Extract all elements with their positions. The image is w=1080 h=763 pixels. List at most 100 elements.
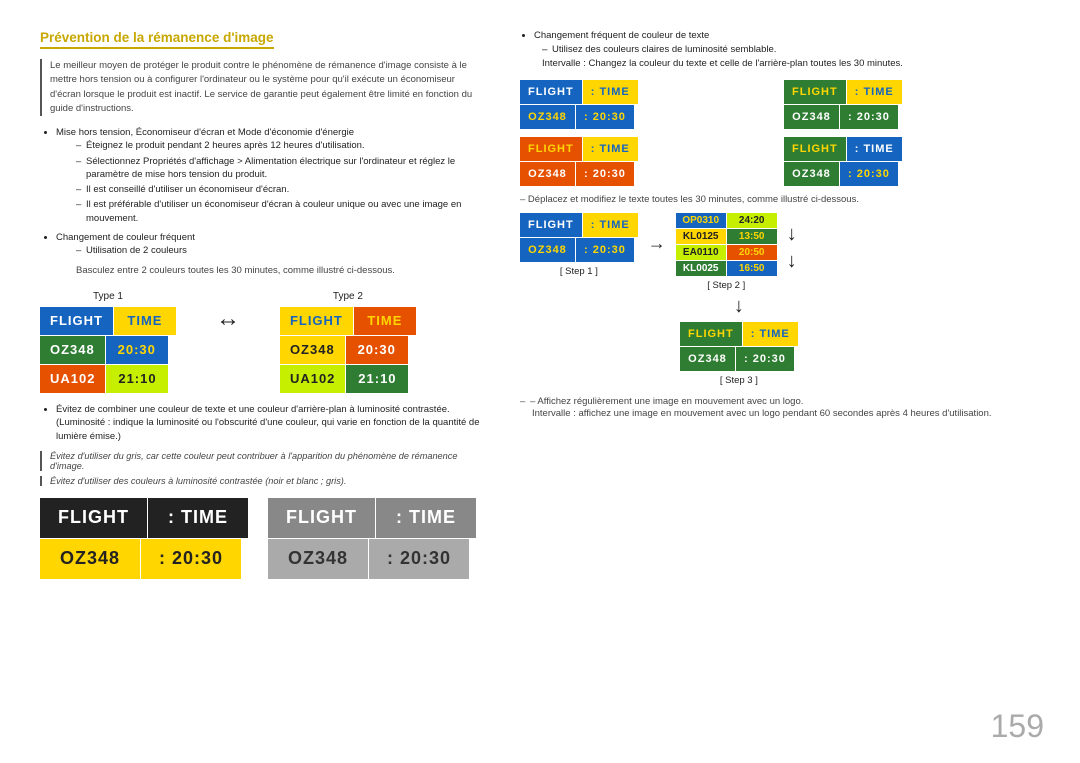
gb3-oz: OZ348 [520, 162, 575, 186]
note-text: Basculez entre 2 couleurs toutes les 30 … [76, 264, 480, 277]
s3-tv: : 20:30 [736, 347, 794, 371]
type1-label: Type 1 [93, 291, 123, 302]
mf-row4-b: 16:50 [727, 261, 777, 276]
step-note: – Déplacez et modifiez le texte toutes l… [520, 194, 1040, 205]
bullet-item-3: Évitez de combiner une couleur de texte … [56, 403, 480, 443]
gray-board: FLIGHT : TIME OZ348 : 20:30 [268, 498, 476, 579]
gb3-fh: FLIGHT [520, 137, 582, 161]
mf-row3-a: EA0110 [676, 245, 726, 260]
type1-board: FLIGHT TIME OZ348 20:30 UA102 21:10 [40, 307, 176, 393]
bullet-list2: Évitez de combiner une couleur de texte … [56, 403, 480, 443]
step3-board: FLIGHT : TIME OZ348 : 20:30 [680, 322, 798, 371]
gb4-oz: OZ348 [784, 162, 839, 186]
s1-oz: OZ348 [520, 238, 575, 262]
mf-row2-a: KL0125 [676, 229, 726, 244]
final-note2: Intervalle : affichez une image en mouve… [532, 407, 1040, 420]
gray-time-header: : TIME [376, 498, 476, 538]
flight-grid: FLIGHT : TIME OZ348 : 20:30 FLIGHT : TIM… [520, 80, 1040, 186]
oz348-cell: OZ348 [40, 336, 105, 364]
step2-col: OP0310 24:20 KL0125 13:50 EA0110 20:50 K… [676, 213, 777, 291]
steps-section: FLIGHT : TIME OZ348 : 20:30 [ Step 1 ] →… [520, 213, 1040, 291]
step1-label: [ Step 1 ] [560, 266, 598, 277]
right-column: Changement fréquent de couleur de texte … [510, 30, 1040, 733]
time-val-g: 21:10 [346, 365, 408, 393]
flight-header-y: FLIGHT [280, 307, 353, 335]
gb1-th: : TIME [583, 80, 638, 104]
ua102-cell: UA102 [40, 365, 105, 393]
right-dash1: – Utilisez des couleurs claires de lumin… [542, 44, 1072, 55]
type2-block: Type 2 FLIGHT TIME OZ348 20:30 UA102 21:… [280, 291, 416, 393]
grid-board-2: FLIGHT : TIME OZ348 : 20:30 [784, 80, 1040, 129]
type2-label: Type 2 [333, 291, 363, 302]
italic-note-2: Évitez d'utiliser des couleurs à luminos… [40, 476, 480, 486]
type1-block: Type 1 FLIGHT TIME OZ348 20:30 UA102 21:… [40, 291, 176, 393]
grid-board-4: FLIGHT : TIME OZ348 : 20:30 [784, 137, 1040, 186]
mf-row1-b: 24:20 [727, 213, 777, 228]
s1-fh: FLIGHT [520, 213, 582, 237]
bullet-list: Mise hors tension, Économiseur d'écran e… [56, 126, 480, 277]
dark-board: FLIGHT : TIME OZ348 : 20:30 [40, 498, 248, 579]
right-bullet: Changement fréquent de couleur de texte [534, 30, 1040, 41]
mf-row2-b: 13:50 [727, 229, 777, 244]
time-val-o: 20:30 [346, 336, 408, 364]
type-arrow: ↔ [206, 305, 250, 333]
step2-board: OP0310 24:20 KL0125 13:50 EA0110 20:50 K… [676, 213, 777, 276]
s3-th: : TIME [743, 322, 798, 346]
dark-time-val: : 20:30 [141, 539, 241, 579]
oz348-cell-y: OZ348 [280, 336, 345, 364]
gb1-fh: FLIGHT [520, 80, 582, 104]
mf-row4-a: KL0025 [676, 261, 726, 276]
time-header-o: TIME [354, 307, 416, 335]
gb2-tv: : 20:30 [840, 105, 898, 129]
mf-row1-a: OP0310 [676, 213, 726, 228]
s3-fh: FLIGHT [680, 322, 742, 346]
right-long-note: Intervalle : Changez la couleur du texte… [542, 57, 1040, 70]
grid-board-3: FLIGHT : TIME OZ348 : 20:30 [520, 137, 776, 186]
gb3-tv: : 20:30 [576, 162, 634, 186]
down-arrows: ↓ ↓ [787, 213, 797, 273]
gb4-th: : TIME [847, 137, 902, 161]
dark-flight-header: FLIGHT [40, 498, 147, 538]
step2-label: [ Step 2 ] [707, 280, 745, 291]
final-note: – – Affichez régulièrement une image en … [520, 396, 1040, 407]
italic-note-1: Évitez d'utiliser du gris, car cette cou… [40, 451, 480, 471]
gb2-oz: OZ348 [784, 105, 839, 129]
bullet-item-1: Mise hors tension, Économiseur d'écran e… [56, 126, 480, 225]
ua102-cell-l: UA102 [280, 365, 345, 393]
gb3-th: : TIME [583, 137, 638, 161]
s1-tv: : 20:30 [576, 238, 634, 262]
page-number: 159 [991, 708, 1044, 745]
gray-oz348: OZ348 [268, 539, 368, 579]
dash-item: Il est conseillé d'utiliser un économise… [76, 183, 480, 196]
gb2-fh: FLIGHT [784, 80, 846, 104]
bottom-boards: FLIGHT : TIME OZ348 : 20:30 FLIGHT : TIM… [40, 498, 480, 579]
grid-board-1: FLIGHT : TIME OZ348 : 20:30 [520, 80, 776, 129]
step3-label: [ Step 3 ] [720, 375, 758, 386]
step-right-arrow: → [648, 213, 666, 254]
dash-item: Éteignez le produit pendant 2 heures apr… [76, 139, 480, 152]
gb4-tv: : 20:30 [840, 162, 898, 186]
time-val-cell: 20:30 [106, 336, 168, 364]
step3-section: ↓ FLIGHT : TIME OZ348 : 20:30 [ Step 3 ] [680, 295, 1040, 386]
gray-time-val: : 20:30 [369, 539, 469, 579]
dark-oz348: OZ348 [40, 539, 140, 579]
flight-header: FLIGHT [40, 307, 113, 335]
dash-item: Il est préférable d'utiliser un économis… [76, 198, 480, 225]
time-header: TIME [114, 307, 176, 335]
mf-row3-b: 20:50 [727, 245, 777, 260]
dark-time-header: : TIME [148, 498, 248, 538]
bullet-item-2: Changement de couleur fréquent Utilisati… [56, 231, 480, 277]
dash-item: Utilisation de 2 couleurs [76, 244, 480, 257]
s1-th: : TIME [583, 213, 638, 237]
gb4-fh: FLIGHT [784, 137, 846, 161]
intro-text: Le meilleur moyen de protéger le produit… [40, 59, 480, 116]
gray-flight-header: FLIGHT [268, 498, 375, 538]
step1-col: FLIGHT : TIME OZ348 : 20:30 [ Step 1 ] [520, 213, 638, 277]
gb2-th: : TIME [847, 80, 902, 104]
step1-board: FLIGHT : TIME OZ348 : 20:30 [520, 213, 638, 262]
section-title: Prévention de la rémanence d'image [40, 30, 274, 49]
time-val-cell2: 21:10 [106, 365, 168, 393]
gb1-tv: : 20:30 [576, 105, 634, 129]
type2-board: FLIGHT TIME OZ348 20:30 UA102 21:10 [280, 307, 416, 393]
gb1-oz: OZ348 [520, 105, 575, 129]
